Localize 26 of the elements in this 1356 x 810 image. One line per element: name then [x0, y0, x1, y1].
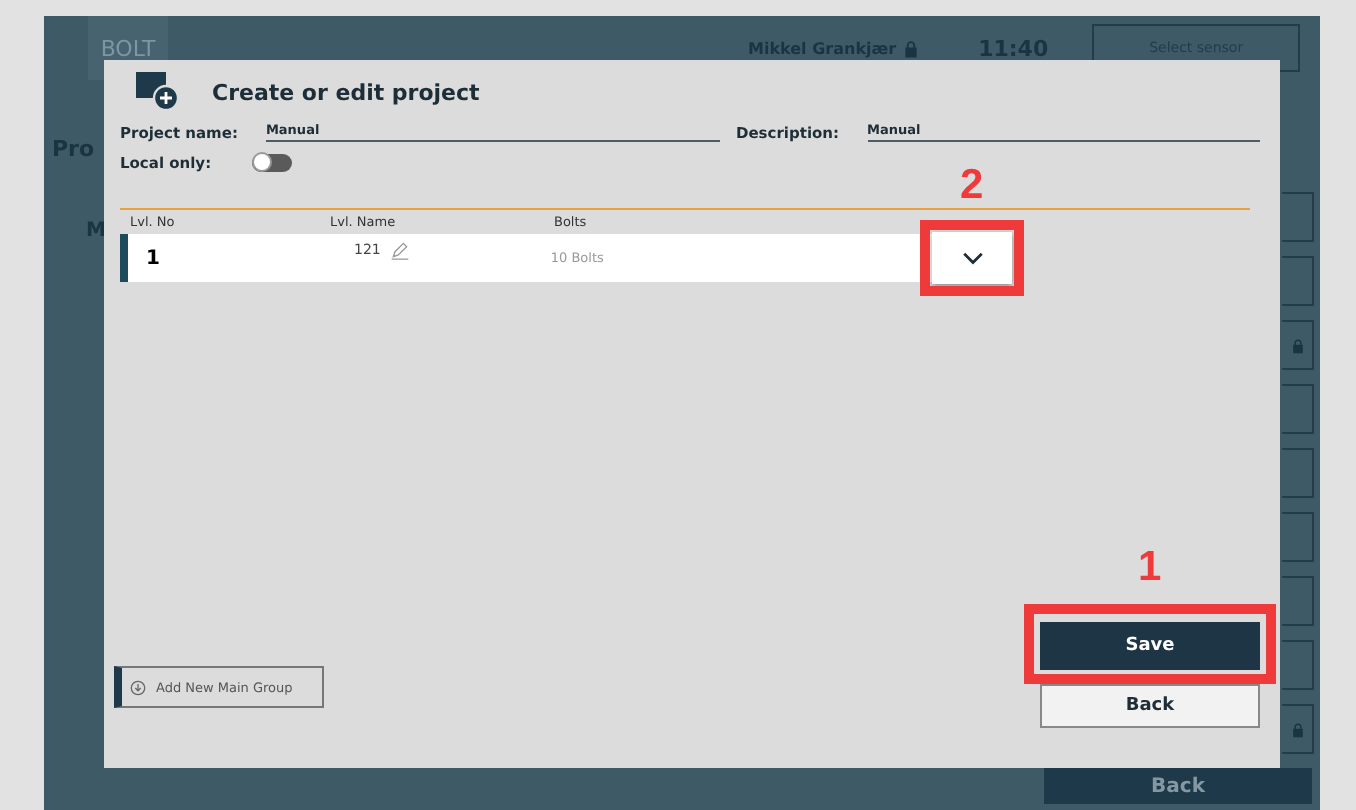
expand-button[interactable] [932, 232, 1012, 284]
dialog-title: Create or edit project [212, 79, 480, 105]
side-button[interactable] [1282, 640, 1314, 690]
side-button[interactable] [1282, 704, 1314, 754]
back-button[interactable]: Back [1044, 768, 1312, 804]
side-button[interactable] [1282, 192, 1314, 242]
edit-icon[interactable] [390, 240, 411, 260]
toggle-switch[interactable] [251, 154, 292, 172]
add-project-icon [136, 72, 180, 112]
side-button[interactable] [1282, 384, 1314, 434]
annotation-number: 2 [960, 164, 984, 206]
level-number: 1 [146, 247, 162, 269]
side-button[interactable] [1282, 512, 1314, 562]
lock-icon [1291, 721, 1303, 737]
annotation-number: 1 [1138, 546, 1162, 588]
save-button[interactable]: Save [1040, 622, 1260, 670]
annotation-frame [920, 220, 1024, 296]
chevron-icon [961, 251, 983, 265]
side-button[interactable] [1282, 256, 1314, 306]
side-button[interactable] [1282, 320, 1314, 370]
back-button[interactable]: Back [1040, 684, 1260, 728]
download-icon [130, 679, 146, 695]
lock-icon [904, 39, 919, 57]
lock-icon [1291, 337, 1303, 353]
side-button[interactable] [1282, 448, 1314, 498]
side-button[interactable] [1282, 576, 1314, 626]
